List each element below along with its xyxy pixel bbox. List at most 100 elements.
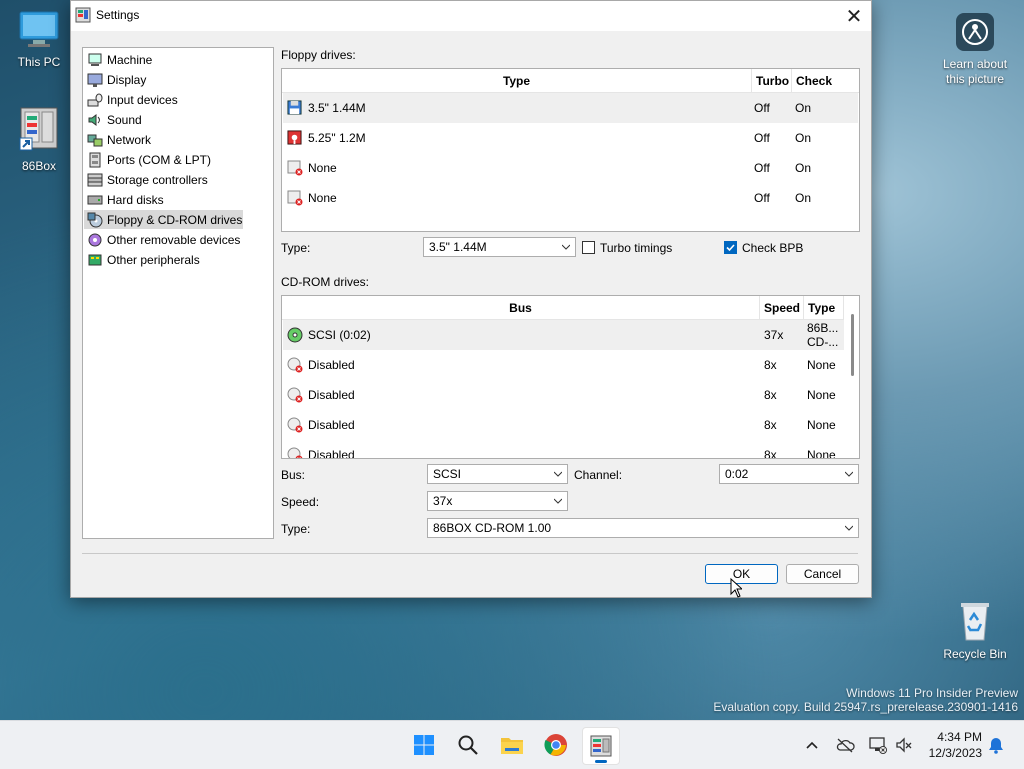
- chrome-button[interactable]: [538, 727, 574, 763]
- cdrom-drives-table: Bus Speed Type SCSI (0:02) 37x 86B... CD…: [281, 295, 860, 459]
- floppy-check-bpb-cell: On: [795, 131, 812, 145]
- cdrom-speed-label: Speed:: [281, 495, 320, 509]
- nav-label: Other peripherals: [107, 252, 200, 267]
- cdrom-channel-value: 0:02: [725, 467, 749, 481]
- cloud-offline-icon: [836, 738, 855, 753]
- cdrom-speed-cell: 8x: [764, 448, 777, 459]
- onedrive-tray-button[interactable]: [835, 736, 855, 754]
- 86box-icon: [590, 735, 612, 757]
- floppy-row[interactable]: None Off On: [283, 153, 858, 183]
- nav-item-sound[interactable]: Sound: [84, 110, 243, 129]
- cdrom-channel-select[interactable]: 0:02: [719, 464, 859, 484]
- build-watermark: Windows 11 Pro Insider Preview Evaluatio…: [713, 686, 1018, 714]
- cdrom-col-speed[interactable]: Speed: [760, 296, 804, 320]
- cdrom-scrollbar-thumb[interactable]: [851, 314, 854, 376]
- desktop-icon-86box[interactable]: 86Box: [3, 106, 75, 173]
- recycle-bin-icon: [961, 603, 989, 641]
- volume-tray-button[interactable]: [894, 735, 914, 755]
- notifications-button[interactable]: [986, 735, 1006, 755]
- cdrom-row[interactable]: Disabled 8x None: [283, 380, 844, 410]
- check-bpb-checkbox[interactable]: [724, 241, 737, 254]
- floppy-check-bpb-cell: On: [795, 101, 812, 115]
- floppy-col-type[interactable]: Type: [282, 69, 752, 93]
- volume-muted-icon: [896, 737, 912, 753]
- turbo-timings-checkbox[interactable]: [582, 241, 595, 254]
- cdrom-col-type[interactable]: Type: [804, 296, 844, 320]
- nav-item-storage-controllers[interactable]: Storage controllers: [84, 170, 243, 189]
- show-hidden-icons-button[interactable]: [803, 737, 821, 755]
- nav-label: Input devices: [107, 92, 178, 107]
- cdrom-col-bus[interactable]: Bus: [282, 296, 760, 320]
- this-pc-icon: [19, 11, 59, 47]
- floppy-col-turbo[interactable]: Turbo: [752, 69, 792, 93]
- chevron-down-icon: [845, 471, 853, 477]
- app-icon: [75, 7, 91, 23]
- nav-item-other-removable[interactable]: Other removable devices: [84, 230, 243, 249]
- sound-icon: [88, 113, 100, 126]
- button-separator: [82, 553, 858, 554]
- floppy-disabled-icon: [287, 190, 303, 206]
- cdrom-row[interactable]: Disabled 8x None: [283, 410, 844, 440]
- nav-item-hard-disks[interactable]: Hard disks: [84, 190, 243, 209]
- nav-item-network[interactable]: Network: [84, 130, 243, 149]
- chevron-down-icon: [554, 471, 562, 477]
- cdrom-row[interactable]: Disabled 8x None: [283, 440, 844, 459]
- cdrom-speed-cell: 8x: [764, 418, 777, 432]
- nav-item-ports[interactable]: Ports (COM & LPT): [84, 150, 243, 169]
- cdrom-type-label: Type:: [281, 522, 311, 536]
- network-tray-button[interactable]: [868, 735, 888, 755]
- floppy-type-cell: 3.5" 1.44M: [308, 101, 366, 115]
- search-button[interactable]: [450, 727, 486, 763]
- clock[interactable]: 4:34 PM 12/3/2023: [929, 729, 982, 761]
- cdrom-speed-select[interactable]: 37x: [427, 491, 568, 511]
- window-title: Settings: [96, 8, 140, 22]
- floppy-type-select[interactable]: 3.5" 1.44M: [423, 237, 576, 257]
- nav-item-display[interactable]: Display: [84, 70, 243, 89]
- nav-label: Storage controllers: [107, 172, 208, 187]
- cdrom-type-cell: None: [807, 418, 836, 432]
- nav-item-machine[interactable]: Machine: [84, 50, 243, 69]
- start-button[interactable]: [406, 727, 442, 763]
- cdrom-speed-cell: 8x: [764, 358, 777, 372]
- cdrom-row[interactable]: Disabled 8x None: [283, 350, 844, 380]
- cdrom-bus-value: SCSI: [433, 467, 462, 481]
- hard-disk-icon: [87, 195, 103, 204]
- windows-start-icon: [414, 735, 434, 755]
- floppy-row[interactable]: 5.25" 1.2M Off On: [283, 123, 858, 153]
- cdrom-type-cell: None: [807, 448, 836, 459]
- floppy-turbo-cell: Off: [754, 161, 770, 175]
- cdrom-speed-cell: 37x: [764, 328, 784, 342]
- cancel-button[interactable]: Cancel: [786, 564, 859, 584]
- cdrom-bus-cell: Disabled: [308, 388, 355, 402]
- title-bar[interactable]: Settings ✕: [71, 1, 871, 31]
- watermark-line-2: Evaluation copy. Build 25947.rs_prerelea…: [713, 700, 1018, 714]
- turbo-timings-label[interactable]: Turbo timings: [600, 241, 672, 255]
- nav-item-other-peripherals[interactable]: Other peripherals: [84, 250, 243, 269]
- desktop-icon-learn-about[interactable]: Learn about this picture: [938, 12, 1012, 87]
- learn-about-icon: [956, 13, 994, 51]
- floppy-row[interactable]: None Off On: [283, 183, 858, 213]
- learn-about-label: Learn about this picture: [942, 57, 1008, 86]
- close-button[interactable]: ✕: [841, 3, 867, 29]
- cdrom-speed-value: 37x: [433, 494, 453, 508]
- nav-item-floppy-cdrom[interactable]: Floppy & CD-ROM drives: [84, 210, 243, 229]
- 86box-taskbar-button[interactable]: [582, 727, 620, 765]
- nav-label: Hard disks: [107, 192, 164, 207]
- floppy-cdrom-icon: [87, 212, 103, 227]
- nav-item-input-devices[interactable]: Input devices: [84, 90, 243, 109]
- cdrom-type-select[interactable]: 86BOX CD-ROM 1.00: [427, 518, 859, 538]
- cdrom-row[interactable]: SCSI (0:02) 37x 86B... CD-...: [283, 320, 844, 350]
- cdrom-bus-select[interactable]: SCSI: [427, 464, 568, 484]
- cdrom-scrollbar[interactable]: [845, 296, 859, 458]
- display-icon: [87, 73, 103, 87]
- floppy-col-check-bpb[interactable]: Check BPB: [792, 69, 859, 112]
- floppy-row[interactable]: 3.5" 1.44M Off On: [283, 93, 858, 123]
- nav-label: Other removable devices: [107, 232, 241, 247]
- cdrom-channel-label: Channel:: [574, 468, 623, 482]
- nav-label: Network: [107, 132, 152, 147]
- desktop-icon-recycle-bin[interactable]: Recycle Bin: [938, 598, 1012, 661]
- file-explorer-button[interactable]: [494, 727, 530, 763]
- cdrom-type-value: 86BOX CD-ROM 1.00: [433, 521, 552, 535]
- desktop-icon-this-pc[interactable]: This PC: [3, 10, 75, 69]
- check-bpb-label[interactable]: Check BPB: [742, 241, 803, 255]
